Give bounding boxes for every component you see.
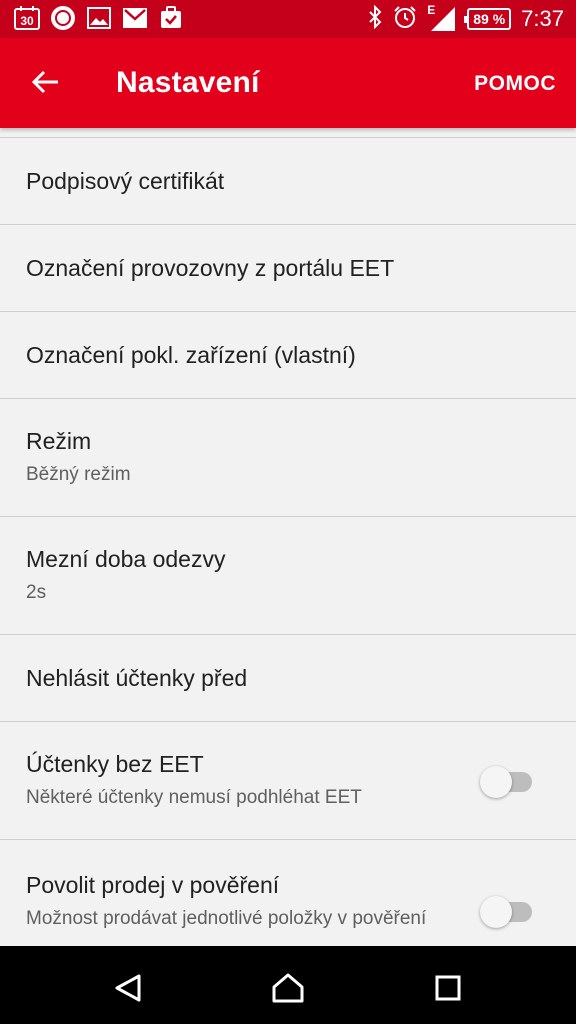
setting-title: Označení provozovny z portálu EET: [26, 254, 395, 281]
bluetooth-icon: [367, 4, 383, 34]
image-icon: [86, 5, 112, 31]
receipts-without-eet-toggle[interactable]: [480, 766, 532, 798]
setting-mode[interactable]: Režim Běžný režim: [0, 399, 576, 517]
setting-title: Povolit prodej v pověření: [26, 872, 280, 898]
navigation-bar: [0, 946, 576, 1024]
help-button[interactable]: POMOC: [474, 72, 556, 96]
status-bar: 30 E 89 % 7:37: [0, 0, 576, 38]
alarm-icon: [393, 5, 417, 34]
toggle-knob: [480, 896, 512, 928]
setting-summary: Běžný režim: [26, 464, 131, 486]
setting-title: Nehlásit účtenky před: [26, 664, 248, 691]
back-triangle-icon[interactable]: [110, 970, 146, 1006]
network-type-label: E: [427, 3, 436, 17]
setting-title: Označení pokl. zařízení (vlastní): [26, 341, 356, 368]
toggle-knob: [480, 766, 512, 798]
setting-establishment-id[interactable]: Označení provozovny z portálu EET: [0, 225, 576, 312]
setting-summary: 2s: [26, 582, 47, 604]
list-top-divider: [0, 128, 576, 138]
home-icon[interactable]: [270, 970, 306, 1006]
allow-delegated-sale-toggle[interactable]: [480, 896, 532, 928]
recents-icon[interactable]: [430, 970, 466, 1006]
mi-app-icon: [50, 5, 76, 31]
setting-do-not-report-before[interactable]: Nehlásit účtenky před: [0, 635, 576, 722]
setting-allow-delegated-sale[interactable]: Povolit prodej v pověření Možnost prodáv…: [0, 840, 576, 946]
setting-title: Podpisový certifikát: [26, 167, 225, 194]
setting-title: Režim: [26, 428, 92, 455]
calendar-icon: 30: [14, 5, 40, 31]
setting-response-timeout[interactable]: Mezní doba odezvy 2s: [0, 517, 576, 635]
setting-summary: Možnost prodávat jednotlivé položky v po…: [26, 908, 427, 929]
page-title: Nastavení: [116, 66, 260, 99]
status-time: 7:37: [521, 6, 564, 31]
app-bar: Nastavení POMOC: [0, 38, 576, 128]
task-icon: [158, 5, 184, 31]
setting-receipts-without-eet[interactable]: Účtenky bez EET Některé účtenky nemusí p…: [0, 722, 576, 840]
setting-title: Účtenky bez EET: [26, 751, 204, 778]
setting-title: Mezní doba odezvy: [26, 546, 226, 573]
setting-signing-certificate[interactable]: Podpisový certifikát: [0, 138, 576, 225]
setting-summary: Některé účtenky nemusí podhléhat EET: [26, 787, 362, 809]
arrow-back-icon[interactable]: [24, 60, 68, 104]
battery-icon: 89 %: [464, 8, 512, 30]
gmail-icon: [122, 5, 148, 31]
calendar-day-text: 30: [20, 14, 34, 28]
battery-percent: 89 %: [473, 11, 506, 27]
setting-cash-register-id[interactable]: Označení pokl. zařízení (vlastní): [0, 312, 576, 399]
signal-icon: E: [427, 3, 457, 33]
settings-list: Podpisový certifikát Označení provozovny…: [0, 128, 576, 946]
